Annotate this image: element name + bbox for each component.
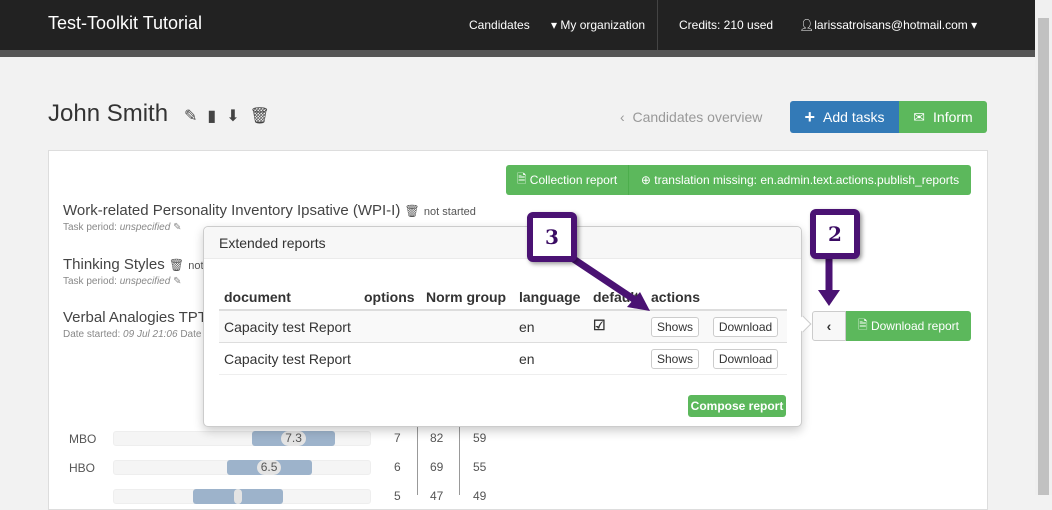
callout-3: 3	[527, 212, 577, 262]
callout-arrows	[558, 247, 840, 311]
callout-2: 2	[810, 209, 860, 259]
arrow-2-head	[818, 290, 840, 306]
